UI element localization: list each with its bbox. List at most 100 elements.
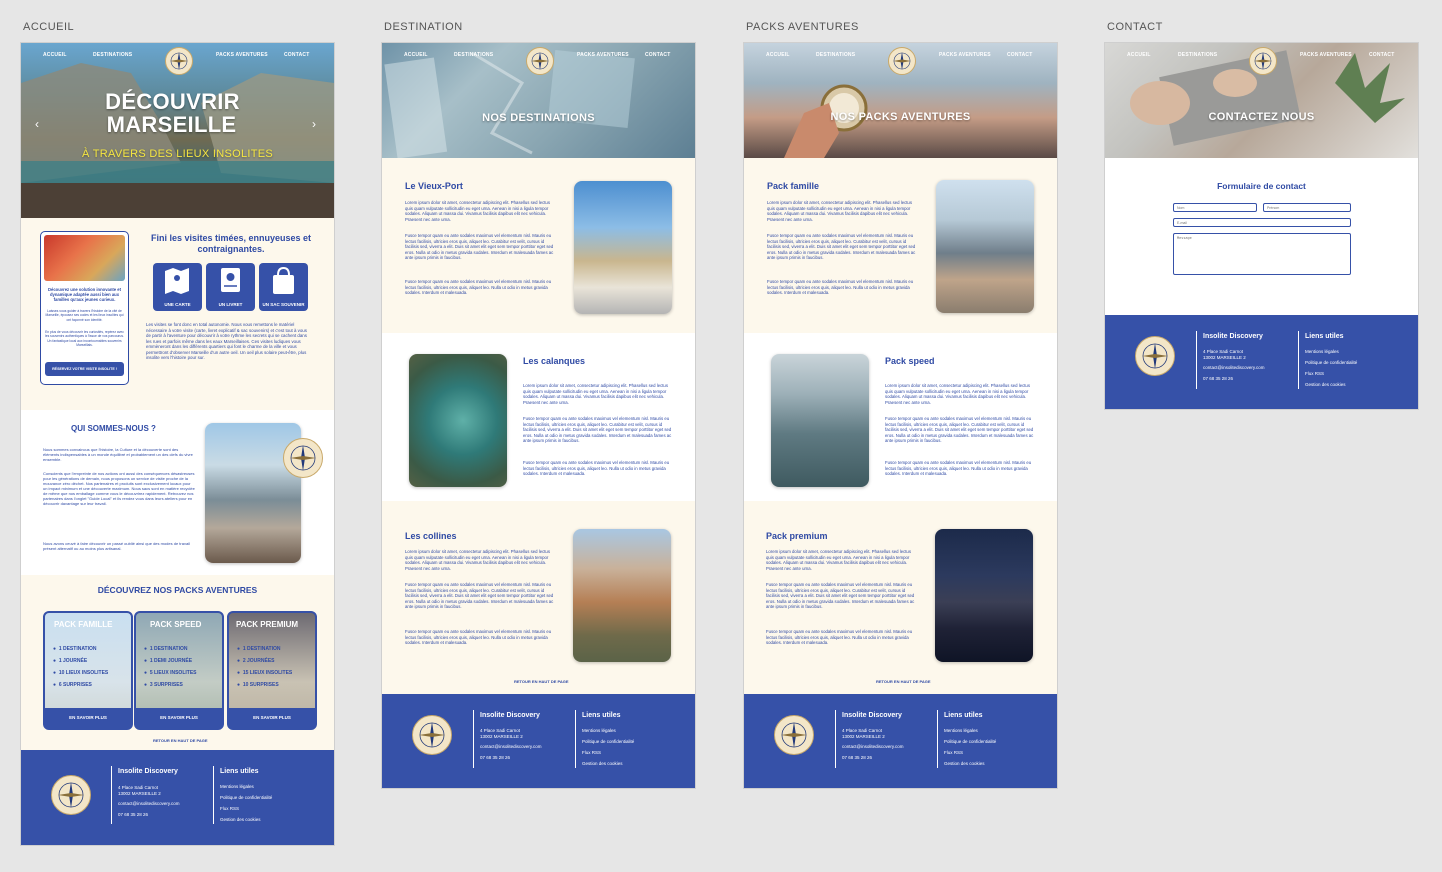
footer-phone[interactable]: 07 68 35 28 26 bbox=[480, 755, 510, 761]
about-p3: Nous avons ceuvé à faire découvrir un pa… bbox=[43, 541, 190, 551]
pack-p1: Lorem ipsum dolor sit amet, consectetur … bbox=[885, 383, 1030, 405]
about-p2: Conscients que l'empreinte de nos action… bbox=[43, 471, 195, 506]
icon-tile-livret: UN LIVRET bbox=[206, 263, 255, 311]
footer-link-mentions[interactable]: Mentions légales bbox=[1305, 349, 1339, 355]
footer-links-title: Liens utiles bbox=[944, 712, 983, 719]
pack-title: Pack famille bbox=[767, 181, 820, 191]
footer-email[interactable]: contact@insolitediscovery.com bbox=[842, 744, 904, 750]
footer-link-cookies[interactable]: Gestion des cookies bbox=[944, 761, 985, 767]
nav-contact[interactable]: CONTACT bbox=[1369, 52, 1394, 58]
footer-link-rss[interactable]: Flux RSS bbox=[1305, 371, 1324, 377]
pack-p3: Fusce tempor quam eu ante sodales maximu… bbox=[767, 279, 914, 296]
carousel-prev-icon[interactable]: ‹ bbox=[35, 117, 39, 131]
navbar: ACCUEIL DESTINATIONS PACKS AVENTURES CON… bbox=[1105, 43, 1418, 75]
back-to-top-link[interactable]: RETOUR EN HAUT DE PAGE bbox=[514, 679, 569, 684]
footer-phone[interactable]: 07 68 35 28 26 bbox=[118, 812, 148, 818]
nav-accueil[interactable]: ACCUEIL bbox=[766, 52, 790, 58]
intro-paragraph: Les visites se font donc en total autono… bbox=[146, 322, 307, 360]
pack-more-button[interactable]: EN SAVOIR PLUS bbox=[136, 708, 222, 728]
footer-email[interactable]: contact@insolitediscovery.com bbox=[118, 801, 180, 807]
footer-divider bbox=[111, 766, 112, 824]
pack-more-button[interactable]: EN SAVOIR PLUS bbox=[229, 708, 315, 728]
nav-destinations[interactable]: DESTINATIONS bbox=[93, 52, 132, 58]
pack-more-button[interactable]: EN SAVOIR PLUS bbox=[45, 708, 131, 728]
footer-link-mentions[interactable]: Mentions légales bbox=[582, 728, 616, 734]
footer-address1: 4 Place Sadi Carnot bbox=[1203, 349, 1244, 354]
icon-label-livret: UN LIVRET bbox=[218, 302, 243, 307]
nav-destinations[interactable]: DESTINATIONS bbox=[454, 52, 493, 58]
footer-link-rss[interactable]: Flux RSS bbox=[220, 806, 239, 812]
navbar: ACCUEIL DESTINATIONS PACKS AVENTURES CON… bbox=[21, 43, 334, 75]
book-visit-button[interactable]: RÉSERVEZ VOTRE VISITE INSOLITE ! bbox=[45, 362, 124, 376]
footer-link-privacy[interactable]: Politique de confidentialité bbox=[220, 795, 272, 801]
nav-contact[interactable]: CONTACT bbox=[284, 52, 309, 58]
hero-title: NOS PACKS AVENTURES bbox=[830, 111, 971, 123]
icon-tile-sac: UN SAC SOUVENIR bbox=[259, 263, 308, 311]
compass-logo-icon[interactable] bbox=[887, 47, 916, 75]
pack-item: ● 1 JOURNÉE bbox=[53, 658, 88, 664]
nav-packs[interactable]: PACKS AVENTURES bbox=[577, 52, 629, 58]
nav-contact[interactable]: CONTACT bbox=[645, 52, 670, 58]
footer-link-rss[interactable]: Flux RSS bbox=[582, 750, 601, 756]
footer-link-privacy[interactable]: Politique de confidentialité bbox=[1305, 360, 1357, 366]
nav-packs[interactable]: PACKS AVENTURES bbox=[939, 52, 991, 58]
footer-link-cookies[interactable]: Gestion des cookies bbox=[582, 761, 623, 767]
message-field[interactable] bbox=[1173, 233, 1351, 275]
footer-phone[interactable]: 07 68 35 28 26 bbox=[842, 755, 872, 761]
back-to-top-link[interactable]: RETOUR EN HAUT DE PAGE bbox=[153, 738, 208, 743]
pack-item: ● 1 DEMI JOURNÉE bbox=[144, 658, 193, 664]
navbar: ACCUEIL DESTINATIONS PACKS AVENTURES CON… bbox=[744, 43, 1057, 75]
pack-title: Pack premium bbox=[766, 531, 828, 541]
carousel-next-icon[interactable]: › bbox=[312, 117, 316, 131]
footer-compass-logo-icon bbox=[774, 715, 814, 755]
compass-logo-icon[interactable] bbox=[164, 47, 193, 75]
footer-divider bbox=[575, 710, 576, 768]
shopping-bag-icon bbox=[273, 266, 294, 294]
hero-title-line1: DÉCOUVRIR bbox=[105, 89, 240, 114]
footer-links-title: Liens utiles bbox=[582, 712, 621, 719]
hero-title-line2: MARSEILLE bbox=[106, 112, 237, 137]
footer-link-rss[interactable]: Flux RSS bbox=[944, 750, 963, 756]
nav-packs[interactable]: PACKS AVENTURES bbox=[1300, 52, 1352, 58]
footer-email[interactable]: contact@insolitediscovery.com bbox=[1203, 365, 1265, 371]
form-title: Formulaire de contact bbox=[1217, 181, 1306, 191]
destination-p2: Fusce tempor quam eu ante sodales maximu… bbox=[523, 416, 672, 444]
footer-link-cookies[interactable]: Gestion des cookies bbox=[220, 817, 261, 823]
hero-title: NOS DESTINATIONS bbox=[482, 112, 595, 124]
nav-packs[interactable]: PACKS AVENTURES bbox=[216, 52, 268, 58]
nav-destinations[interactable]: DESTINATIONS bbox=[1178, 52, 1217, 58]
hero-subtitle: À TRAVERS DES LIEUX INSOLITES bbox=[81, 148, 274, 160]
pack-p2: Fusce tempor quam eu ante sodales maximu… bbox=[766, 582, 915, 610]
email-field[interactable] bbox=[1173, 218, 1351, 227]
compass-logo-icon[interactable] bbox=[1248, 47, 1277, 75]
prenom-field[interactable] bbox=[1263, 203, 1351, 212]
intro-title: Fini les visites timées, ennuyeuses et c… bbox=[150, 233, 312, 254]
back-to-top-link[interactable]: RETOUR EN HAUT DE PAGE bbox=[876, 679, 931, 684]
footer-link-mentions[interactable]: Mentions légales bbox=[944, 728, 978, 734]
pack-item: ● 1 DESTINATION bbox=[237, 646, 281, 652]
footer-link-privacy[interactable]: Politique de confidentialité bbox=[582, 739, 634, 745]
destination-p1: Lorem ipsum dolor sit amet, consectetur … bbox=[405, 549, 550, 571]
footer-address1: 4 Place Sadi Carnot bbox=[842, 728, 883, 733]
footer-link-privacy[interactable]: Politique de confidentialité bbox=[944, 739, 996, 745]
footer-link-mentions[interactable]: Mentions légales bbox=[220, 784, 254, 790]
nav-accueil[interactable]: ACCUEIL bbox=[1127, 52, 1151, 58]
nom-field[interactable] bbox=[1173, 203, 1257, 212]
nav-contact[interactable]: CONTACT bbox=[1007, 52, 1032, 58]
nav-accueil[interactable]: ACCUEIL bbox=[43, 52, 67, 58]
footer-link-cookies[interactable]: Gestion des cookies bbox=[1305, 382, 1346, 388]
compass-logo-icon[interactable] bbox=[525, 47, 554, 75]
footer-phone[interactable]: 07 68 35 28 26 bbox=[1203, 376, 1233, 382]
frame-contact: ACCUEIL DESTINATIONS PACKS AVENTURES CON… bbox=[1105, 43, 1418, 409]
footer: Insolite Discovery 4 Place Sadi Carnot 1… bbox=[744, 694, 1057, 788]
about-compass-badge-icon bbox=[283, 438, 323, 478]
pack-premium-photo bbox=[935, 529, 1033, 662]
footer-address2: 13002 MARSEILLE 2 bbox=[1203, 355, 1246, 360]
pack-name: PACK SPEED bbox=[150, 620, 202, 629]
nav-destinations[interactable]: DESTINATIONS bbox=[816, 52, 855, 58]
nav-accueil[interactable]: ACCUEIL bbox=[404, 52, 428, 58]
footer-address2: 13002 MARSEILLE 2 bbox=[480, 734, 523, 739]
destination-p1: Lorem ipsum dolor sit amet, consectetur … bbox=[405, 200, 550, 222]
footer: Insolite Discovery 4 Place Sadi Carnot 1… bbox=[21, 750, 334, 845]
footer-email[interactable]: contact@insolitediscovery.com bbox=[480, 744, 542, 750]
